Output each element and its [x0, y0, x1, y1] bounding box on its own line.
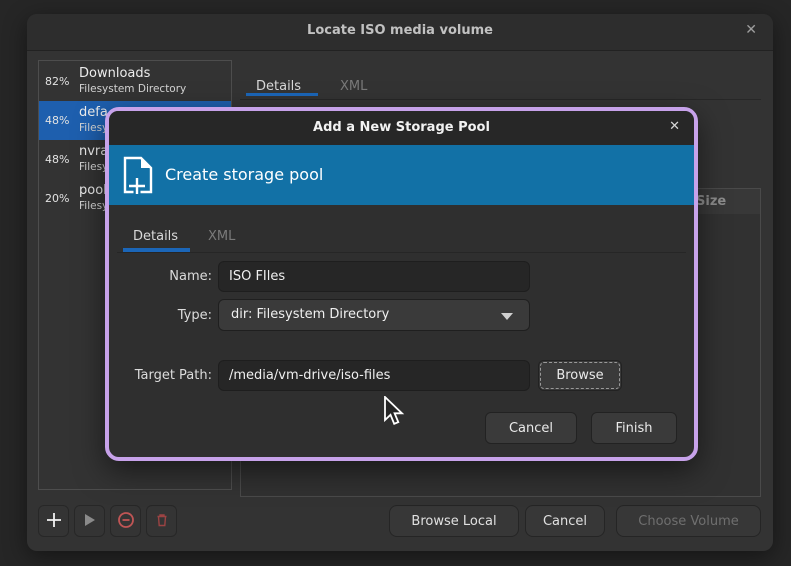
close-icon[interactable]: ✕ — [745, 22, 757, 38]
pool-type: Filesystem Directory — [79, 83, 186, 95]
dialog-tabstrip-divider — [117, 252, 686, 253]
add-storage-pool-dialog: Add a New Storage Pool ✕ Create storage … — [105, 107, 698, 461]
pool-name: pool — [79, 183, 107, 198]
pool-usage: 48% — [45, 114, 69, 127]
dialog-title: Add a New Storage Pool — [109, 120, 694, 135]
banner-title: Create storage pool — [165, 165, 323, 184]
plus-icon — [45, 511, 63, 532]
window-titlebar[interactable]: Locate ISO media volume ✕ — [27, 14, 773, 51]
name-label: Name: — [109, 269, 212, 284]
dialog-finish-button[interactable]: Finish — [591, 412, 677, 444]
browse-local-button[interactable]: Browse Local — [389, 505, 519, 537]
pool-name: Downloads — [79, 66, 150, 81]
trash-icon — [154, 512, 170, 531]
new-document-icon — [122, 155, 154, 199]
tab-xml[interactable]: XML — [340, 79, 367, 94]
pool-usage: 20% — [45, 192, 69, 205]
tab-details[interactable]: Details — [256, 79, 301, 94]
play-icon — [82, 512, 98, 531]
dialog-titlebar[interactable]: Add a New Storage Pool ✕ — [109, 111, 694, 145]
chevron-down-icon — [501, 313, 513, 320]
type-dropdown[interactable]: dir: Filesystem Directory — [218, 299, 530, 331]
create-pool-banner: Create storage pool — [109, 145, 694, 205]
dialog-tab-details[interactable]: Details — [133, 229, 178, 244]
pool-row-downloads[interactable]: 82% Downloads Filesystem Directory — [39, 62, 231, 101]
browse-button[interactable]: Browse — [538, 360, 622, 391]
dialog-close-icon[interactable]: ✕ — [669, 119, 680, 134]
start-pool-button[interactable] — [74, 505, 105, 537]
active-tab-underline — [246, 93, 318, 96]
dialog-cancel-button[interactable]: Cancel — [485, 412, 577, 444]
screen: Locate ISO media volume ✕ Details XML 82… — [0, 0, 791, 566]
pool-name: nvra — [79, 144, 108, 159]
type-label: Type: — [109, 308, 212, 323]
window-title: Locate ISO media volume — [27, 23, 773, 38]
delete-pool-button[interactable] — [146, 505, 177, 537]
tabstrip-divider — [240, 99, 761, 100]
size-column-header[interactable]: Size — [696, 194, 726, 209]
stop-circle-icon — [117, 511, 135, 532]
cancel-button[interactable]: Cancel — [525, 505, 605, 537]
pool-usage: 48% — [45, 153, 69, 166]
name-input[interactable] — [218, 261, 530, 292]
pool-name: defa — [79, 105, 108, 120]
dialog-tab-xml[interactable]: XML — [208, 229, 235, 244]
add-pool-button[interactable] — [38, 505, 69, 537]
choose-volume-button[interactable]: Choose Volume — [616, 505, 761, 537]
target-path-label: Target Path: — [109, 368, 212, 383]
target-path-input[interactable] — [218, 360, 530, 391]
pool-usage: 82% — [45, 75, 69, 88]
stop-pool-button[interactable] — [110, 505, 141, 537]
type-dropdown-value: dir: Filesystem Directory — [231, 307, 389, 322]
